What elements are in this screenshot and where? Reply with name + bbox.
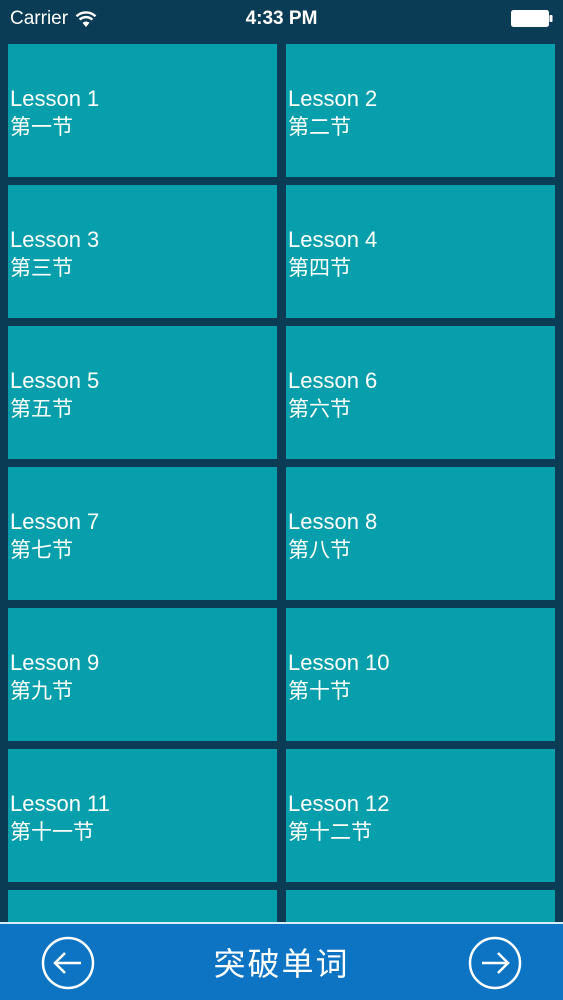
- status-time: 4:33 PM: [245, 8, 318, 29]
- lesson-grid: Lesson 1 第一节 Lesson 2 第二节 Lesson 3 第三节 Lesson …: [8, 44, 555, 1000]
- lesson-title-zh: 第十节: [288, 678, 351, 703]
- lesson-title-zh: 第十一节: [10, 819, 94, 844]
- lesson-tile[interactable]: Lesson 11 第十一节: [8, 749, 277, 882]
- lesson-tile[interactable]: Lesson 10 第十节: [286, 608, 555, 741]
- lesson-title-zh: 第六节: [288, 396, 351, 421]
- lesson-tile[interactable]: Lesson 6 第六节: [286, 326, 555, 459]
- lesson-title-zh: 第十二节: [288, 819, 372, 844]
- lesson-title-en: Lesson 9: [10, 649, 100, 675]
- lesson-title-en: Lesson 2: [288, 85, 378, 111]
- lesson-title-zh: 第四节: [288, 255, 351, 280]
- arrow-right-circle-icon[interactable]: [468, 936, 522, 990]
- lesson-title-zh: 第八节: [288, 537, 351, 562]
- toolbar-title: 突破单词: [213, 945, 350, 983]
- lesson-tile[interactable]: Lesson 3 第三节: [8, 185, 277, 318]
- lesson-title-en: Lesson 8: [288, 508, 378, 534]
- lesson-title-en: Lesson 1: [10, 85, 100, 111]
- lesson-tile[interactable]: Lesson 1 第一节: [8, 44, 277, 177]
- lesson-title-zh: 第九节: [10, 678, 73, 703]
- lesson-title-zh: 第三节: [10, 255, 73, 280]
- lesson-title-en: Lesson 12: [288, 790, 390, 816]
- lesson-title-zh: 第二节: [288, 114, 351, 139]
- lesson-title-zh: 第五节: [10, 396, 73, 421]
- lesson-title-en: Lesson 7: [10, 508, 100, 534]
- arrow-left-circle-icon[interactable]: [41, 936, 95, 990]
- lesson-tile[interactable]: Lesson 5 第五节: [8, 326, 277, 459]
- lesson-title-en: Lesson 11: [10, 790, 110, 816]
- lesson-title-zh: 第一节: [10, 114, 73, 139]
- lesson-tile[interactable]: Lesson 2 第二节: [286, 44, 555, 177]
- app-screen: Carrier 4:33 PM Lesson 1 第一节 Lesson 2 第二节 Le…: [0, 0, 563, 1000]
- lesson-tile[interactable]: Lesson 7 第七节: [8, 467, 277, 600]
- lesson-title-en: Lesson 6: [288, 367, 378, 393]
- lesson-tile[interactable]: Lesson 12 第十二节: [286, 749, 555, 882]
- lesson-title-en: Lesson 4: [288, 226, 378, 252]
- lesson-title-en: Lesson 10: [288, 649, 390, 675]
- battery-icon: [511, 10, 553, 27]
- lesson-title-en: Lesson 5: [10, 367, 100, 393]
- lesson-tile[interactable]: Lesson 9 第九节: [8, 608, 277, 741]
- status-bar: Carrier 4:33 PM: [0, 0, 563, 38]
- lesson-title-zh: 第七节: [10, 537, 73, 562]
- lesson-title-en: Lesson 3: [10, 226, 100, 252]
- bottom-toolbar: 突破单词: [0, 922, 563, 1000]
- lesson-tile[interactable]: Lesson 8 第八节: [286, 467, 555, 600]
- lesson-tile[interactable]: Lesson 4 第四节: [286, 185, 555, 318]
